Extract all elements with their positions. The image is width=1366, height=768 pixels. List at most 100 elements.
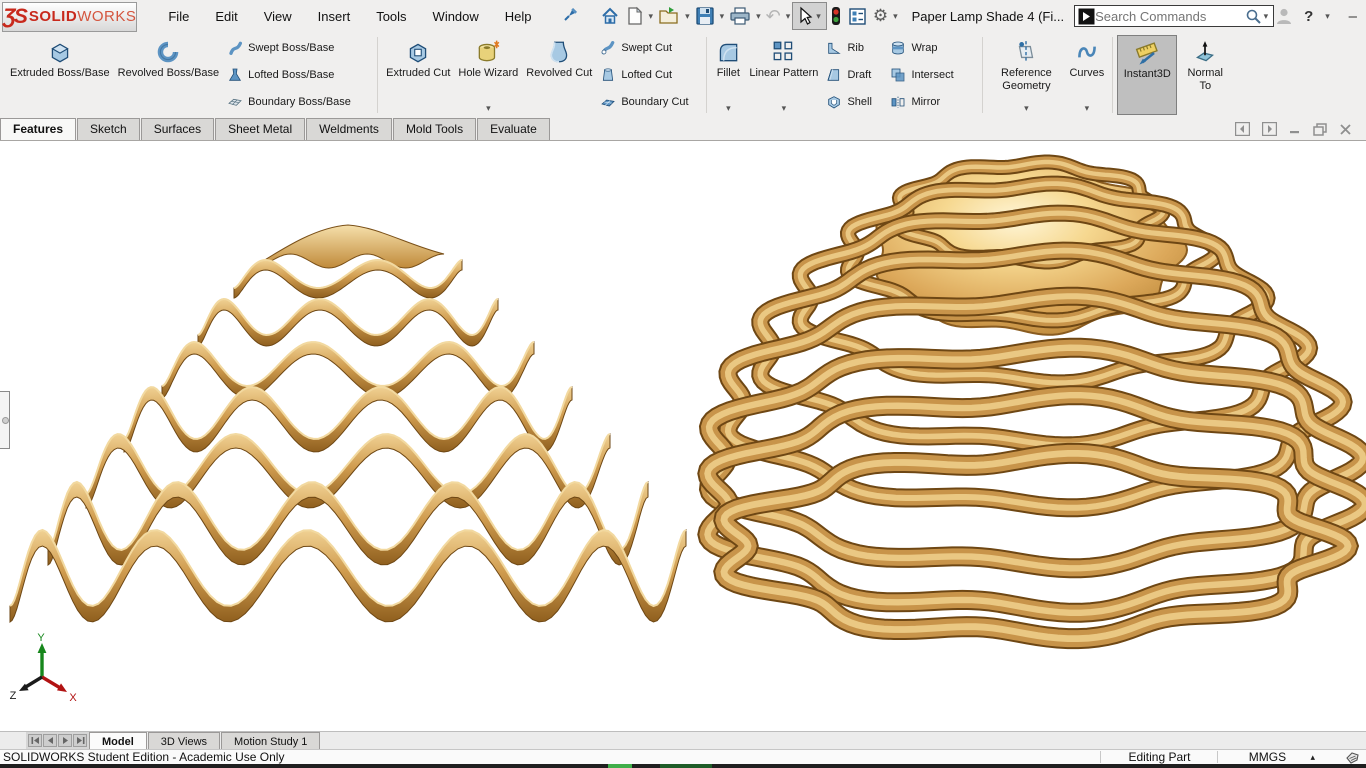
extruded-cut-button[interactable]: Extruded Cut	[382, 35, 454, 115]
select-cursor-icon[interactable]: ▾	[792, 2, 827, 30]
tab-sheet-metal[interactable]: Sheet Metal	[215, 118, 306, 140]
user-icon[interactable]	[1274, 6, 1294, 26]
doc-restore-icon[interactable]	[1313, 122, 1327, 136]
scroll-prev-icon[interactable]	[43, 734, 57, 747]
reference-geometry-button[interactable]: Reference Geometry ▾	[987, 35, 1065, 115]
rib-button[interactable]: Rib	[826, 38, 882, 58]
help-dropdown-icon[interactable]: ▾	[1325, 11, 1330, 22]
tab-evaluate[interactable]: Evaluate	[477, 118, 550, 140]
tab-scroll-buttons	[26, 732, 89, 749]
tab-3d-views[interactable]: 3D Views	[147, 732, 221, 749]
normal-to-button[interactable]: Normal To	[1177, 35, 1233, 115]
linear-pattern-dropdown-icon[interactable]: ▾	[782, 103, 787, 113]
lofted-cut-button[interactable]: Lofted Cut	[600, 65, 698, 85]
search-input[interactable]	[1095, 8, 1245, 24]
menu-view[interactable]: View	[251, 3, 305, 30]
open-icon[interactable]	[655, 3, 683, 29]
menu-tools[interactable]: Tools	[363, 3, 419, 30]
menu-help[interactable]: Help	[492, 3, 545, 30]
shell-button[interactable]: Shell	[826, 92, 882, 112]
options-list-icon[interactable]	[845, 4, 870, 29]
taskbar-accent	[660, 764, 712, 768]
linear-pattern-button[interactable]: Linear Pattern ▾	[745, 35, 822, 115]
swept-boss-button[interactable]: Swept Boss/Base	[227, 38, 369, 58]
fillet-dropdown-icon[interactable]: ▾	[726, 103, 731, 113]
revolved-boss-button[interactable]: Revolved Boss/Base	[114, 35, 224, 115]
boundary-cut-button[interactable]: Boundary Cut	[600, 92, 698, 112]
tab-model[interactable]: Model	[89, 732, 147, 749]
print-dropdown-icon[interactable]: ▾	[756, 11, 761, 22]
dome-lamp-shade-model[interactable]	[697, 154, 1366, 650]
instant3d-button[interactable]: Instant3D	[1117, 35, 1178, 115]
open-dropdown-icon[interactable]: ▾	[685, 11, 690, 22]
doc-close-icon[interactable]	[1339, 123, 1352, 136]
magnifier-icon[interactable]	[1245, 8, 1262, 25]
pushpin-icon[interactable]	[563, 6, 579, 27]
traffic-light-icon[interactable]	[827, 3, 845, 29]
boundary-boss-button[interactable]: Boundary Boss/Base	[227, 92, 369, 112]
help-icon[interactable]: ?	[1304, 8, 1313, 25]
units-dropup-icon[interactable]: ▴	[1310, 752, 1315, 763]
gear-icon[interactable]: ⚙	[870, 3, 891, 29]
revolved-boss-icon	[155, 37, 181, 67]
tab-motion-study-1[interactable]: Motion Study 1	[221, 732, 321, 749]
save-icon[interactable]	[692, 3, 718, 29]
minimize-button[interactable]: –	[1342, 8, 1364, 25]
scroll-first-icon[interactable]	[28, 734, 42, 747]
units-selector[interactable]: MMGS	[1224, 750, 1310, 764]
search-dropdown-icon[interactable]: ▾	[1264, 11, 1269, 22]
cut-column: Swept Cut Lofted Cut Boundary Cut	[596, 35, 702, 115]
print-icon[interactable]	[726, 3, 754, 29]
tab-mold-tools[interactable]: Mold Tools	[392, 118, 477, 140]
status-separator	[1100, 751, 1102, 763]
status-bar: SOLIDWORKS Student Edition - Academic Us…	[0, 749, 1366, 764]
extruded-boss-icon	[47, 37, 73, 67]
pane-right-icon[interactable]	[1262, 122, 1277, 136]
select-dropdown-icon[interactable]: ▾	[816, 11, 821, 22]
tab-surfaces[interactable]: Surfaces	[140, 118, 215, 140]
gear-dropdown-icon[interactable]: ▾	[893, 11, 898, 22]
model-tab-bar: Model 3D Views Motion Study 1	[0, 731, 1366, 749]
logo-solid-text: SOLID	[28, 7, 78, 25]
scroll-next-icon[interactable]	[58, 734, 72, 747]
wrap-button[interactable]: Wrap	[890, 38, 974, 58]
scroll-last-icon[interactable]	[73, 734, 87, 747]
menu-edit[interactable]: Edit	[202, 3, 250, 30]
revolved-cut-button[interactable]: Revolved Cut	[522, 35, 596, 115]
curves-dropdown-icon[interactable]: ▾	[1085, 103, 1090, 113]
feature-manager-collapsed-tab[interactable]	[0, 391, 10, 449]
reference-geometry-dropdown-icon[interactable]: ▾	[1024, 103, 1029, 113]
fillet-button[interactable]: Fillet ▾	[711, 35, 745, 115]
tab-sketch[interactable]: Sketch	[77, 118, 140, 140]
doc-minimize-icon[interactable]	[1289, 123, 1301, 135]
draft-button[interactable]: Draft	[826, 65, 882, 85]
extruded-boss-button[interactable]: Extruded Boss/Base	[6, 35, 114, 115]
ribbon-separator	[377, 37, 379, 113]
tab-weldments[interactable]: Weldments	[306, 118, 392, 140]
curves-button[interactable]: Curves ▾	[1065, 35, 1108, 115]
graphics-area[interactable]: Y X Z	[0, 141, 1366, 731]
mirror-button[interactable]: Mirror	[890, 92, 974, 112]
wrap-column: Wrap Intersect Mirror	[886, 35, 978, 115]
intersect-icon	[892, 68, 905, 82]
menu-file[interactable]: File	[155, 3, 202, 30]
swept-cut-button[interactable]: Swept Cut	[600, 38, 698, 58]
menu-insert[interactable]: Insert	[305, 3, 364, 30]
menu-window[interactable]: Window	[420, 3, 492, 30]
home-icon[interactable]	[597, 3, 623, 29]
new-dropdown-icon[interactable]: ▾	[649, 11, 654, 22]
intersect-button[interactable]: Intersect	[890, 65, 974, 85]
new-document-icon[interactable]	[623, 3, 647, 29]
hole-wizard-button[interactable]: Hole Wizard ▾	[454, 35, 522, 115]
tab-features[interactable]: Features	[0, 118, 77, 140]
solidworks-logo: ƷS SOLIDWORKS	[2, 1, 138, 32]
hole-wizard-dropdown-icon[interactable]: ▾	[486, 103, 491, 113]
extruded-cut-icon	[405, 37, 431, 67]
save-dropdown-icon[interactable]: ▾	[720, 11, 725, 22]
pyramid-lamp-shade-model[interactable]	[9, 224, 687, 624]
tag-icon[interactable]	[1345, 751, 1360, 764]
pane-left-icon[interactable]	[1235, 122, 1250, 136]
lofted-boss-button[interactable]: Lofted Boss/Base	[227, 65, 369, 85]
solidworks-window: ƷS SOLIDWORKS File Edit View Insert Tool…	[0, 0, 1366, 768]
document-window-controls	[1235, 122, 1352, 140]
